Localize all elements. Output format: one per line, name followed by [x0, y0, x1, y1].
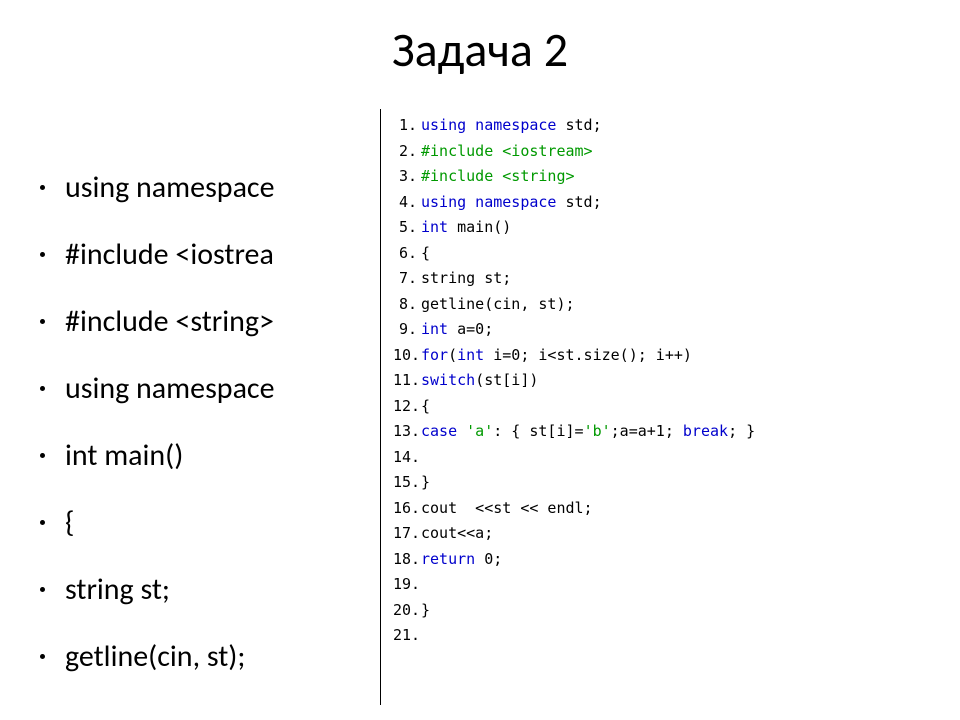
- code-line: 16.cout <<st << endl;: [393, 496, 755, 522]
- line-number: 14.: [393, 445, 421, 471]
- bullet-text: string st;: [65, 571, 170, 608]
- bullet-item: #include <iostrea: [40, 236, 380, 273]
- line-number: 18.: [393, 547, 421, 573]
- line-number: 21.: [393, 623, 421, 649]
- bullet-item: #include <string>: [40, 303, 380, 340]
- line-number: 4.: [393, 190, 421, 216]
- line-number: 2.: [393, 139, 421, 165]
- code-line: 1.using namespace std;: [393, 113, 755, 139]
- code-line: 15.}: [393, 470, 755, 496]
- code-line: 6.{: [393, 241, 755, 267]
- code-line: 19.: [393, 572, 755, 598]
- line-number: 20.: [393, 598, 421, 624]
- bullet-text: int main(): [65, 437, 183, 474]
- line-number: 8.: [393, 292, 421, 318]
- line-number: 17.: [393, 521, 421, 547]
- bullet-item: using namespace: [40, 370, 380, 407]
- code-line: 12.{: [393, 394, 755, 420]
- code-line: 8.getline(cin, st);: [393, 292, 755, 318]
- bullet-dot-icon: [40, 587, 45, 592]
- code-line: 20.}: [393, 598, 755, 624]
- bullet-dot-icon: [40, 252, 45, 257]
- code-line: 10.for(int i=0; i<st.size(); i++): [393, 343, 755, 369]
- bullet-dot-icon: [40, 185, 45, 190]
- code-line: 4.using namespace std;: [393, 190, 755, 216]
- code-text: cout <<st << endl;: [421, 496, 593, 522]
- code-line: 18.return 0;: [393, 547, 755, 573]
- code-text: for(int i=0; i<st.size(); i++): [421, 343, 692, 369]
- code-line: 5.int main(): [393, 215, 755, 241]
- code-text: {: [421, 394, 430, 420]
- bullet-text: #include <string>: [65, 303, 274, 340]
- line-number: 6.: [393, 241, 421, 267]
- bullet-dot-icon: [40, 386, 45, 391]
- line-number: 16.: [393, 496, 421, 522]
- slide-title: Задача 2: [0, 0, 960, 109]
- code-text: int a=0;: [421, 317, 493, 343]
- bullet-dot-icon: [40, 319, 45, 324]
- line-number: 5.: [393, 215, 421, 241]
- bullet-item: using namespace: [40, 169, 380, 206]
- code-line: 11.switch(st[i]): [393, 368, 755, 394]
- bullet-text: using namespace: [65, 370, 275, 407]
- line-number: 7.: [393, 266, 421, 292]
- bullet-text: {: [65, 504, 74, 541]
- code-text: #include <string>: [421, 164, 575, 190]
- code-text: #include <iostream>: [421, 139, 593, 165]
- line-number: 10.: [393, 343, 421, 369]
- line-number: 15.: [393, 470, 421, 496]
- code-line: 13.case 'a': { st[i]='b';a=a+1; break; }: [393, 419, 755, 445]
- bullet-text: using namespace: [65, 169, 275, 206]
- code-line: 14.: [393, 445, 755, 471]
- bullet-item: {: [40, 504, 380, 541]
- code-line: 2.#include <iostream>: [393, 139, 755, 165]
- code-text: int main(): [421, 215, 511, 241]
- code-line: 7.string st;: [393, 266, 755, 292]
- code-text: }: [421, 598, 430, 624]
- line-number: 9.: [393, 317, 421, 343]
- bullet-dot-icon: [40, 520, 45, 525]
- code-text: return 0;: [421, 547, 502, 573]
- code-line: 9.int a=0;: [393, 317, 755, 343]
- code-text: using namespace std;: [421, 190, 602, 216]
- code-text: }: [421, 470, 430, 496]
- line-number: 12.: [393, 394, 421, 420]
- code-text: case 'a': { st[i]='b';a=a+1; break; }: [421, 419, 755, 445]
- bullet-text: #include <iostrea: [65, 236, 274, 273]
- code-line: 3.#include <string>: [393, 164, 755, 190]
- bullet-dot-icon: [40, 654, 45, 659]
- code-line: 21.: [393, 623, 755, 649]
- bullet-item: getline(cin, st);: [40, 638, 380, 675]
- code-block: 1.using namespace std;2.#include <iostre…: [380, 109, 755, 705]
- bullet-item: int main(): [40, 437, 380, 474]
- slide-content: using namespace #include <iostrea #include…: [0, 109, 960, 705]
- bullet-list: using namespace #include <iostrea #include…: [40, 109, 380, 705]
- line-number: 11.: [393, 368, 421, 394]
- line-number: 1.: [393, 113, 421, 139]
- code-text: using namespace std;: [421, 113, 602, 139]
- code-text: {: [421, 241, 430, 267]
- line-number: 13.: [393, 419, 421, 445]
- line-number: 19.: [393, 572, 421, 598]
- bullet-dot-icon: [40, 453, 45, 458]
- code-text: getline(cin, st);: [421, 292, 575, 318]
- bullet-item: string st;: [40, 571, 380, 608]
- code-text: cout<<a;: [421, 521, 493, 547]
- code-line: 17.cout<<a;: [393, 521, 755, 547]
- code-text: string st;: [421, 266, 511, 292]
- code-text: switch(st[i]): [421, 368, 538, 394]
- line-number: 3.: [393, 164, 421, 190]
- bullet-text: getline(cin, st);: [65, 638, 245, 675]
